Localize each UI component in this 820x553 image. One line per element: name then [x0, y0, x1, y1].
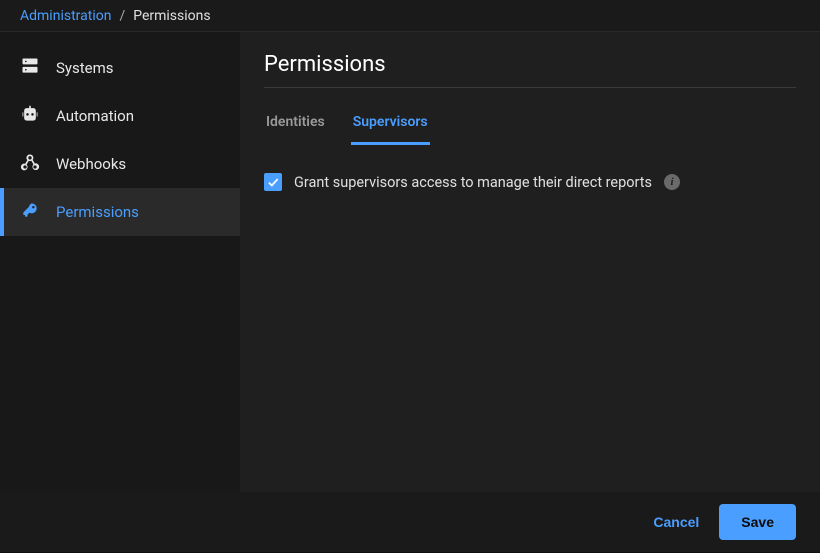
webhook-icon	[20, 152, 40, 176]
sidebar-item-label: Permissions	[56, 203, 139, 221]
check-icon	[266, 175, 280, 189]
robot-icon	[20, 104, 40, 128]
save-button[interactable]: Save	[719, 504, 796, 540]
tab-identities[interactable]: Identities	[264, 108, 327, 145]
breadcrumb: Administration / Permissions	[0, 0, 820, 32]
info-icon[interactable]: i	[664, 174, 680, 190]
sidebar-item-label: Webhooks	[56, 155, 126, 173]
server-icon	[20, 56, 40, 80]
key-icon	[20, 200, 40, 224]
grant-supervisors-checkbox[interactable]	[264, 173, 282, 191]
sidebar-item-label: Automation	[56, 107, 134, 125]
main-content: Permissions Identities Supervisors Grant…	[240, 32, 820, 492]
tab-supervisors[interactable]: Supervisors	[351, 108, 430, 145]
grant-supervisors-row: Grant supervisors access to manage their…	[264, 173, 796, 191]
cancel-button[interactable]: Cancel	[653, 514, 699, 530]
sidebar-item-systems[interactable]: Systems	[0, 44, 240, 92]
sidebar-item-automation[interactable]: Automation	[0, 92, 240, 140]
breadcrumb-separator: /	[119, 8, 125, 24]
grant-supervisors-label: Grant supervisors access to manage their…	[294, 174, 652, 191]
sidebar-item-label: Systems	[56, 59, 114, 77]
sidebar: Systems Automation Webhooks Permissions	[0, 32, 240, 492]
sidebar-item-webhooks[interactable]: Webhooks	[0, 140, 240, 188]
footer: Cancel Save	[0, 492, 820, 552]
breadcrumb-parent-link[interactable]: Administration	[20, 8, 111, 24]
sidebar-item-permissions[interactable]: Permissions	[0, 188, 240, 236]
tabs: Identities Supervisors	[264, 92, 796, 145]
breadcrumb-current: Permissions	[133, 8, 210, 24]
page-title: Permissions	[264, 52, 796, 88]
